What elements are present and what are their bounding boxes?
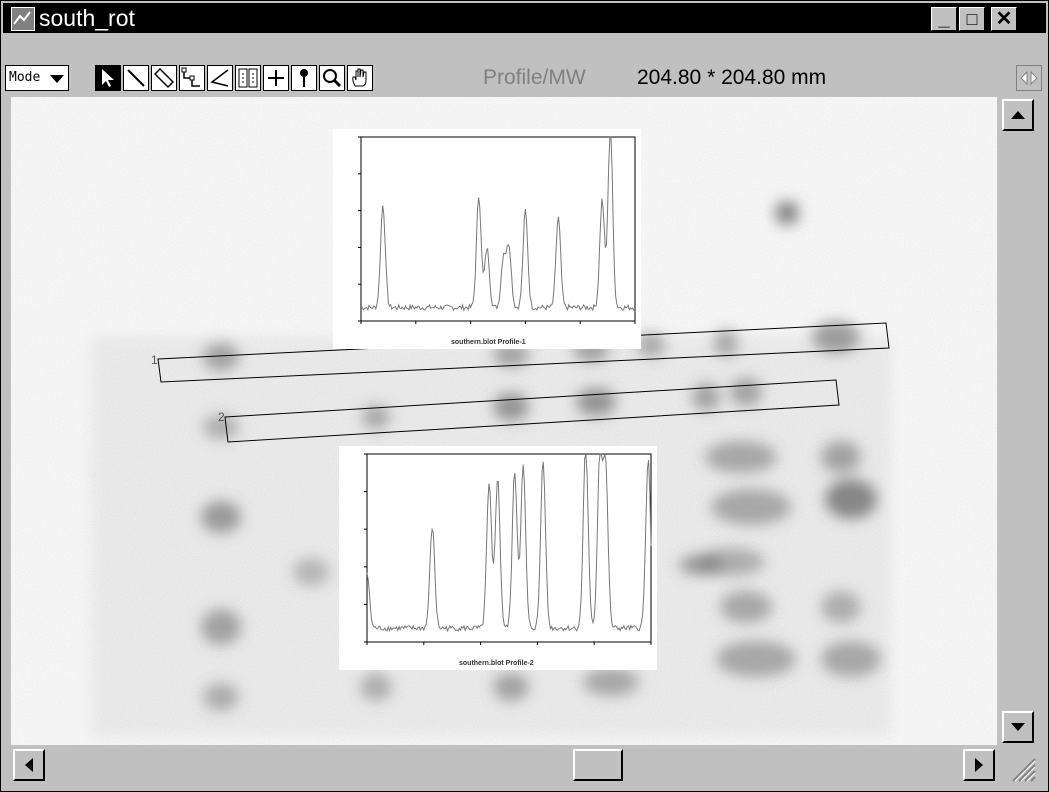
minimize-button[interactable]: _ bbox=[931, 7, 957, 31]
lane-2-label: 2 bbox=[218, 410, 225, 424]
magnifier-icon[interactable] bbox=[319, 65, 345, 91]
image-dimensions: 204.80 * 204.80 mm bbox=[637, 66, 827, 89]
window-title: south_rot bbox=[39, 5, 135, 31]
split-view-button[interactable] bbox=[1016, 65, 1042, 91]
plot-frame bbox=[360, 136, 636, 322]
horizontal-scrollbar[interactable] bbox=[11, 747, 997, 783]
lane-1-label: 1 bbox=[151, 353, 158, 367]
arrow-pointer-icon[interactable] bbox=[95, 65, 121, 91]
lane-tool-icon[interactable] bbox=[235, 65, 261, 91]
title-bar[interactable]: south_rot _ □ ✕ bbox=[3, 3, 1046, 33]
scroll-left-button[interactable] bbox=[13, 749, 45, 781]
close-button[interactable]: ✕ bbox=[991, 7, 1017, 31]
arrow-up-icon bbox=[1011, 111, 1025, 119]
arrow-right-icon bbox=[975, 758, 983, 772]
pin-icon[interactable] bbox=[291, 65, 317, 91]
profile-1-chart bbox=[358, 136, 636, 324]
hand-icon[interactable] bbox=[347, 65, 373, 91]
profile-curve bbox=[360, 136, 636, 312]
profile-2-chart bbox=[364, 453, 652, 645]
mode-dropdown[interactable]: Mode bbox=[5, 65, 69, 91]
profile-2-caption: southern.blot Profile-2 bbox=[459, 660, 534, 667]
resize-grip[interactable] bbox=[999, 747, 1037, 783]
profile-plot-2[interactable]: southern.blot Profile-2 bbox=[339, 446, 657, 670]
angle-tool-icon[interactable] bbox=[207, 65, 233, 91]
crosshair-icon[interactable] bbox=[263, 65, 289, 91]
mode-label: Mode bbox=[9, 70, 41, 85]
profile-curve bbox=[366, 453, 652, 633]
horizontal-scroll-thumb[interactable] bbox=[573, 749, 623, 781]
application-window: south_rot _ □ ✕ Mode Profile/MW 204.80 *… bbox=[0, 0, 1049, 792]
line-tool-icon[interactable] bbox=[123, 65, 149, 91]
rectangle-tool-icon[interactable] bbox=[151, 65, 177, 91]
scroll-down-button[interactable] bbox=[1002, 711, 1034, 743]
split-arrows-icon bbox=[1020, 70, 1038, 86]
image-document-icon bbox=[11, 7, 35, 31]
chevron-down-icon bbox=[50, 75, 64, 83]
resize-grip-icon bbox=[1012, 758, 1036, 782]
scroll-up-button[interactable] bbox=[1002, 99, 1034, 131]
maximize-button[interactable]: □ bbox=[959, 7, 985, 31]
profile-1-caption: southern.blot Profile-1 bbox=[451, 339, 526, 346]
arrow-left-icon bbox=[25, 758, 33, 772]
vertical-scrollbar[interactable] bbox=[999, 97, 1037, 745]
profile-plot-1[interactable]: southern.blot Profile-1 bbox=[333, 129, 641, 349]
image-canvas[interactable]: 1 2 southern.blot Profile-1 southern.blo… bbox=[11, 97, 997, 745]
profile-mode-label: Profile/MW bbox=[483, 66, 586, 89]
segmented-line-icon[interactable] bbox=[179, 65, 205, 91]
arrow-down-icon bbox=[1011, 723, 1025, 731]
scroll-right-button[interactable] bbox=[963, 749, 995, 781]
